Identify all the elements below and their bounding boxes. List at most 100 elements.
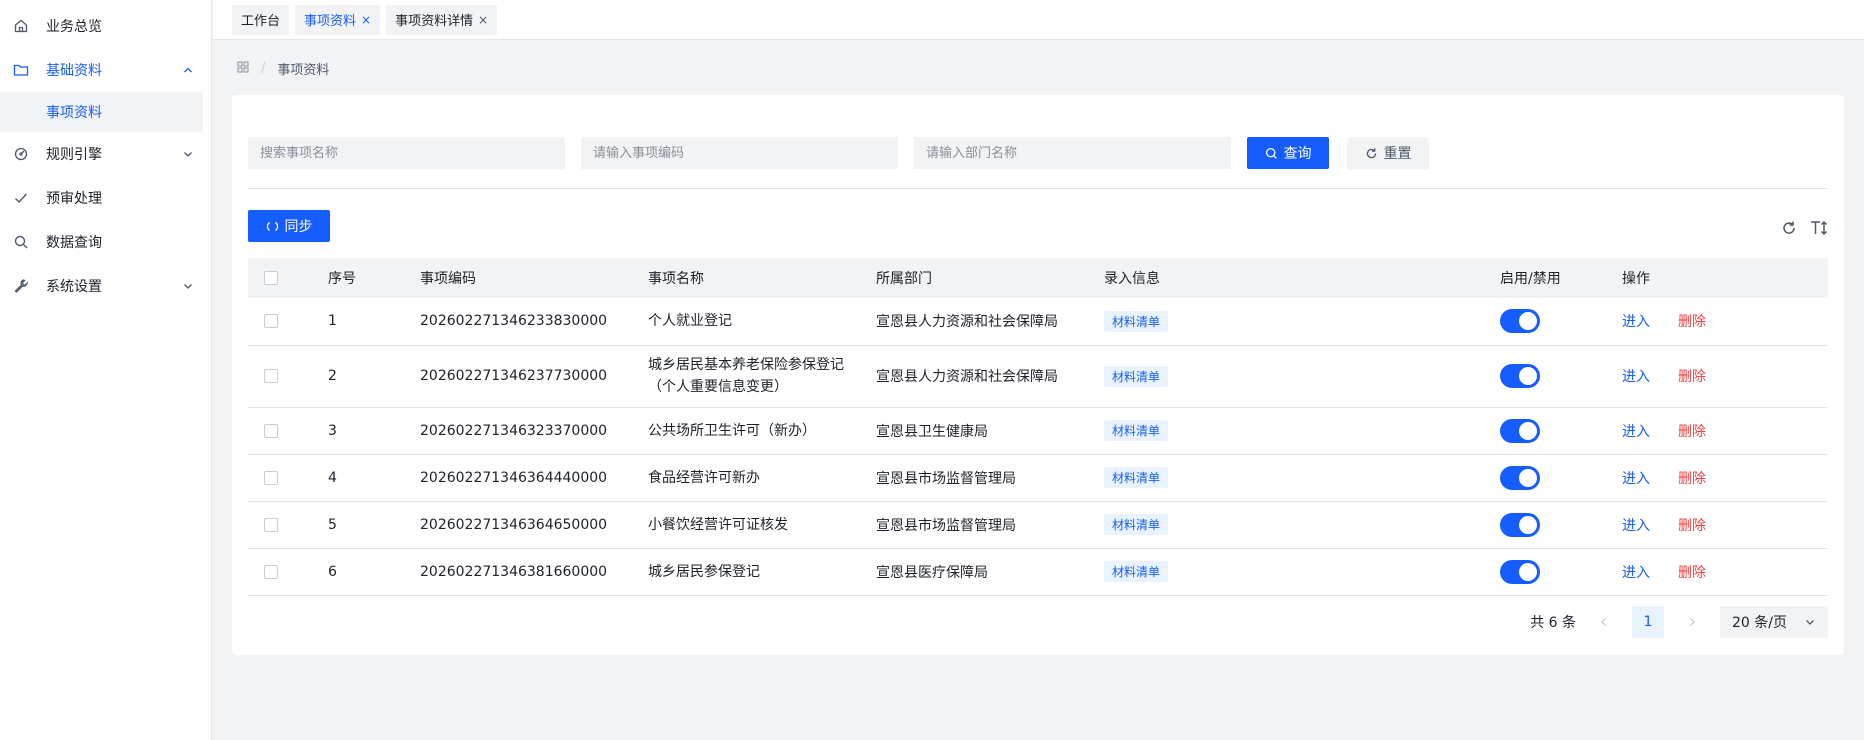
sidebar-item-basic-data[interactable]: 基础资料: [0, 48, 211, 92]
delete-link[interactable]: 删除: [1678, 369, 1706, 385]
tab-matter-data[interactable]: 事项资料 ×: [295, 4, 381, 35]
name-text: 城乡居民基本养老保险参保登记（个人重要信息变更）: [648, 357, 844, 395]
material-list-tag[interactable]: 材料清单: [1104, 310, 1169, 332]
code-cell: 202602271346364650000: [404, 501, 632, 549]
sidebar-item-overview[interactable]: 业务总览: [0, 4, 211, 48]
select-all-checkbox[interactable]: [264, 271, 278, 285]
matter-code-input[interactable]: [581, 137, 898, 169]
dept-cell: 宣恩县人力资源和社会保障局: [860, 298, 1088, 346]
enable-switch[interactable]: [1500, 364, 1540, 388]
info-cell: 材料清单: [1088, 454, 1484, 502]
operation-cell: 进入 删除: [1606, 501, 1828, 549]
column-header: 事项名称: [648, 271, 704, 287]
code-cell: 202602271346233830000: [404, 298, 632, 346]
select-all-cell: [248, 258, 312, 298]
page-size-select[interactable]: 20 条/页: [1720, 606, 1828, 638]
name-cell: 小餐饮经营许可证核发: [632, 501, 860, 549]
tab-label: 事项资料: [304, 14, 357, 29]
material-list-tag[interactable]: 材料清单: [1104, 514, 1169, 535]
code-cell: 202602271346323370000: [404, 407, 632, 455]
reset-label: 重置: [1383, 146, 1412, 162]
sidebar-item-rule-engine[interactable]: 规则引擎: [0, 132, 211, 176]
enter-link[interactable]: 进入: [1622, 369, 1650, 385]
close-icon[interactable]: ×: [478, 13, 488, 27]
enter-link[interactable]: 进入: [1622, 565, 1650, 581]
operation-cell: 进入 删除: [1606, 345, 1828, 408]
name-cell: 城乡居民参保登记: [632, 548, 860, 596]
column-header: 启用/禁用: [1500, 271, 1561, 287]
index-cell: 2: [312, 345, 404, 408]
table-row: 2 202602271346237730000 城乡居民基本养老保险参保登记（个…: [248, 345, 1828, 408]
apps-icon[interactable]: [237, 61, 249, 77]
tab-bar: 工作台 事项资料 × 事项资料详情 ×: [213, 0, 1864, 40]
enter-link[interactable]: 进入: [1622, 424, 1650, 440]
search-icon: [1265, 147, 1277, 159]
tab-matter-detail[interactable]: 事项资料详情 ×: [386, 4, 498, 35]
material-list-tag[interactable]: 材料清单: [1104, 365, 1169, 387]
row-checkbox[interactable]: [264, 470, 278, 485]
main-card: 查询 重置 同步 序号 事项编码 事项名称 所属部门 录入: [232, 95, 1844, 655]
enable-switch[interactable]: [1500, 559, 1540, 584]
column-height-icon[interactable]: [1810, 219, 1828, 237]
sidebar-item-label: 基础资料: [46, 63, 102, 79]
search-form: 查询 重置: [248, 137, 1429, 169]
row-checkbox[interactable]: [264, 314, 278, 329]
select-cell: [248, 407, 312, 455]
enter-link[interactable]: 进入: [1622, 518, 1650, 534]
sidebar-subitem-matter-data[interactable]: 事项资料: [0, 92, 203, 132]
enter-link[interactable]: 进入: [1622, 471, 1650, 487]
delete-link[interactable]: 删除: [1678, 471, 1706, 487]
dept-name-input[interactable]: [914, 137, 1231, 169]
query-button[interactable]: 查询: [1247, 137, 1329, 169]
delete-link[interactable]: 删除: [1678, 518, 1706, 534]
select-cell: [248, 298, 312, 346]
delete-link[interactable]: 删除: [1678, 565, 1706, 581]
material-list-tag[interactable]: 材料清单: [1104, 561, 1169, 582]
name-cell: 城乡居民基本养老保险参保登记（个人重要信息变更）: [632, 345, 860, 408]
index-cell: 1: [312, 298, 404, 346]
row-checkbox[interactable]: [264, 369, 278, 383]
sidebar-item-pre-review[interactable]: 预审处理: [0, 176, 211, 220]
sidebar-item-data-query[interactable]: 数据查询: [0, 220, 211, 264]
info-cell: 材料清单: [1088, 407, 1484, 455]
page-number-button[interactable]: 1: [1632, 606, 1664, 638]
info-cell: 材料清单: [1088, 548, 1484, 596]
code-cell: 202602271346237730000: [404, 345, 632, 408]
material-list-tag[interactable]: 材料清单: [1104, 420, 1169, 441]
refresh-icon[interactable]: [1780, 219, 1798, 237]
delete-link[interactable]: 删除: [1678, 314, 1706, 330]
chevron-left-icon: [1601, 618, 1606, 626]
breadcrumb: / 事项资料: [237, 59, 329, 78]
material-list-tag[interactable]: 材料清单: [1104, 467, 1169, 488]
close-icon[interactable]: ×: [361, 13, 371, 27]
row-checkbox[interactable]: [264, 423, 278, 438]
select-cell: [248, 501, 312, 549]
enable-switch[interactable]: [1500, 418, 1540, 443]
enable-switch[interactable]: [1500, 309, 1540, 334]
operation-cell: 进入 删除: [1606, 454, 1828, 502]
chevron-right-icon: [1690, 618, 1695, 626]
table-row: 5 202602271346364650000 小餐饮经营许可证核发 宣恩县市场…: [248, 501, 1828, 549]
enter-link[interactable]: 进入: [1622, 314, 1650, 330]
check-icon: [12, 189, 30, 207]
enable-switch[interactable]: [1500, 465, 1540, 490]
matter-name-input[interactable]: [248, 137, 565, 169]
enable-switch[interactable]: [1500, 512, 1540, 537]
row-checkbox[interactable]: [264, 564, 278, 579]
prev-page-button[interactable]: [1588, 606, 1620, 638]
name-cell: 个人就业登记: [632, 298, 860, 346]
row-checkbox[interactable]: [264, 517, 278, 532]
delete-link[interactable]: 删除: [1678, 424, 1706, 440]
next-page-button[interactable]: [1676, 606, 1708, 638]
index-cell: 4: [312, 454, 404, 502]
page-size-value: 20 条/页: [1732, 615, 1787, 631]
sidebar-item-label: 系统设置: [46, 279, 102, 295]
dept-cell: 宣恩县医疗保障局: [860, 548, 1088, 596]
query-label: 查询: [1283, 146, 1312, 162]
dept-cell: 宣恩县卫生健康局: [860, 407, 1088, 455]
tab-workbench[interactable]: 工作台: [232, 4, 290, 35]
sync-button[interactable]: 同步: [248, 210, 330, 242]
sidebar-item-system-settings[interactable]: 系统设置: [0, 264, 211, 308]
toggle-cell: [1484, 501, 1606, 549]
reset-button[interactable]: 重置: [1347, 137, 1429, 169]
